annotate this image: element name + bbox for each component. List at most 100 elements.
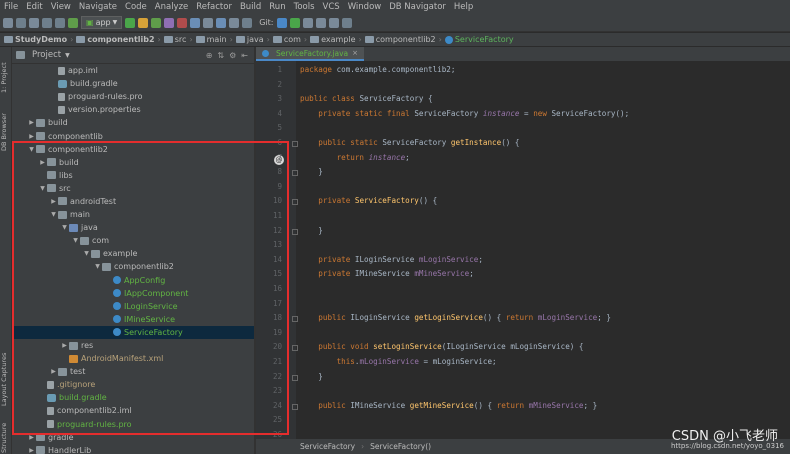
collapse-arrow-icon[interactable]: ▶: [27, 447, 36, 454]
code-token: getMineService: [409, 400, 474, 410]
menu-item-edit[interactable]: Edit: [22, 2, 46, 12]
breadcrumb-item[interactable]: componentlib2: [364, 35, 436, 44]
profile-icon[interactable]: [164, 17, 175, 28]
tree-item[interactable]: build.gradle: [12, 77, 254, 90]
sdk-manager-icon[interactable]: [216, 17, 227, 28]
code-line: }: [300, 167, 323, 176]
breadcrumb-item[interactable]: StudyDemo: [4, 35, 67, 44]
apply-changes-icon[interactable]: [138, 17, 149, 28]
breadcrumb-separator-icon: ›: [189, 35, 193, 44]
tree-item[interactable]: ▶ build: [12, 116, 254, 129]
code-token: ILoginService: [354, 254, 419, 264]
fold-marker-icon[interactable]: [292, 345, 298, 352]
menu-item-code[interactable]: Code: [121, 2, 151, 12]
collapse-arrow-icon[interactable]: ▶: [27, 133, 36, 140]
gradle-sync-icon[interactable]: [190, 17, 201, 28]
breadcrumb-item[interactable]: example: [310, 35, 356, 44]
breadcrumb-item[interactable]: ServiceFactory: [444, 35, 514, 44]
folder-icon: [36, 446, 45, 454]
collapse-arrow-icon[interactable]: ▶: [27, 119, 36, 126]
menu-item-file[interactable]: File: [0, 2, 22, 12]
breadcrumb-separator-icon: ›: [438, 35, 442, 44]
menu-item-db-navigator[interactable]: DB Navigator: [385, 2, 450, 12]
sync-icon[interactable]: [29, 17, 39, 28]
code-token: = mLoginService;: [418, 357, 497, 366]
folder-icon: [163, 36, 173, 43]
code-token: return: [505, 313, 538, 323]
code-area[interactable]: package com.example.componentlib2; public…: [300, 61, 790, 439]
code-token: public class: [300, 94, 360, 104]
tree-item-label: version.properties: [68, 105, 141, 115]
forward-icon[interactable]: [55, 17, 65, 28]
menu-item-window[interactable]: Window: [344, 2, 386, 12]
db-browser-tool-tab[interactable]: DB Browser: [0, 107, 11, 157]
code-token: com.example.componentlib2;: [336, 65, 456, 74]
breadcrumb-item[interactable]: com: [272, 35, 301, 44]
avd-manager-icon[interactable]: [203, 17, 214, 28]
menu-item-navigate[interactable]: Navigate: [75, 2, 121, 12]
collapse-all-icon[interactable]: ⇅: [217, 51, 224, 60]
code-token: IMineService: [354, 269, 415, 279]
code-token: new: [533, 108, 552, 118]
menu-item-run[interactable]: Run: [265, 2, 289, 12]
open-folder-icon[interactable]: [3, 17, 13, 28]
project-panel-title[interactable]: Project: [32, 50, 61, 60]
editor-breadcrumb-item[interactable]: ServiceFactory: [300, 442, 355, 451]
tab-servicefactory[interactable]: ServiceFactory.java ×: [256, 47, 365, 61]
git-history-icon[interactable]: [315, 17, 326, 28]
device-file-explorer-icon[interactable]: [242, 17, 253, 28]
menu-item-view[interactable]: View: [47, 2, 75, 12]
code-token: getLoginService: [414, 313, 483, 323]
menu-item-help[interactable]: Help: [450, 2, 477, 12]
breadcrumb-item[interactable]: src: [163, 35, 186, 44]
fold-marker-icon[interactable]: [292, 141, 298, 147]
hide-panel-icon[interactable]: ⇤: [241, 51, 248, 60]
back-icon[interactable]: [42, 17, 52, 28]
git-revert-icon[interactable]: [328, 17, 339, 28]
highlight-box: [12, 141, 289, 435]
menu-item-tools[interactable]: Tools: [290, 2, 319, 12]
menu-item-build[interactable]: Build: [236, 2, 265, 12]
menu-item-analyze[interactable]: Analyze: [151, 2, 193, 12]
menu-item-refactor[interactable]: Refactor: [192, 2, 236, 12]
code-line: return instance;: [300, 153, 410, 162]
save-all-icon[interactable]: [16, 17, 26, 28]
layout-captures-tool-tab[interactable]: Layout Captures: [0, 347, 11, 412]
tree-item[interactable]: ▶ HandlerLib: [12, 444, 254, 454]
menu-item-vcs[interactable]: VCS: [319, 2, 344, 12]
tree-item[interactable]: app.iml: [12, 64, 254, 77]
tree-item-label: build: [48, 118, 68, 128]
fold-marker-icon[interactable]: [292, 374, 298, 381]
gradle-icon: [58, 79, 67, 88]
chevron-down-icon[interactable]: ▼: [65, 52, 70, 59]
run-config-select[interactable]: ▣ app ▼: [81, 16, 123, 29]
gear-icon[interactable]: ⚙: [229, 51, 236, 60]
breadcrumb-item[interactable]: componentlib2: [76, 35, 155, 44]
stop-icon[interactable]: [177, 17, 188, 28]
build-hammer-icon[interactable]: [68, 17, 78, 28]
tree-item[interactable]: proguard-rules.pro: [12, 90, 254, 103]
git-commit-icon[interactable]: [289, 17, 300, 28]
debug-icon[interactable]: [151, 17, 162, 28]
locate-file-icon[interactable]: ⊕: [206, 51, 213, 60]
fold-marker-icon[interactable]: [292, 316, 298, 323]
editor-breadcrumb-item[interactable]: ServiceFactory(): [370, 442, 431, 451]
fold-marker-icon[interactable]: [292, 228, 298, 235]
search-icon[interactable]: [229, 17, 240, 28]
fold-marker-icon[interactable]: [292, 170, 298, 177]
tree-item-label: HandlerLib: [48, 445, 92, 454]
run-icon[interactable]: [125, 17, 136, 28]
breadcrumb-item[interactable]: java: [235, 35, 264, 44]
structure-icon[interactable]: [341, 17, 352, 28]
code-line: this.mLoginService = mLoginService;: [300, 357, 497, 366]
git-update-icon[interactable]: [276, 17, 287, 28]
project-tool-tab[interactable]: 1: Project: [0, 55, 11, 100]
fold-marker-icon[interactable]: [292, 199, 298, 206]
close-icon[interactable]: ×: [352, 49, 358, 57]
breadcrumb-label: ServiceFactory: [454, 35, 514, 44]
tree-item[interactable]: version.properties: [12, 103, 254, 116]
structure-tool-tab[interactable]: Structure: [0, 422, 11, 454]
git-compare-icon[interactable]: [302, 17, 313, 28]
breadcrumb-item[interactable]: main: [195, 35, 227, 44]
fold-marker-icon[interactable]: [292, 403, 298, 410]
